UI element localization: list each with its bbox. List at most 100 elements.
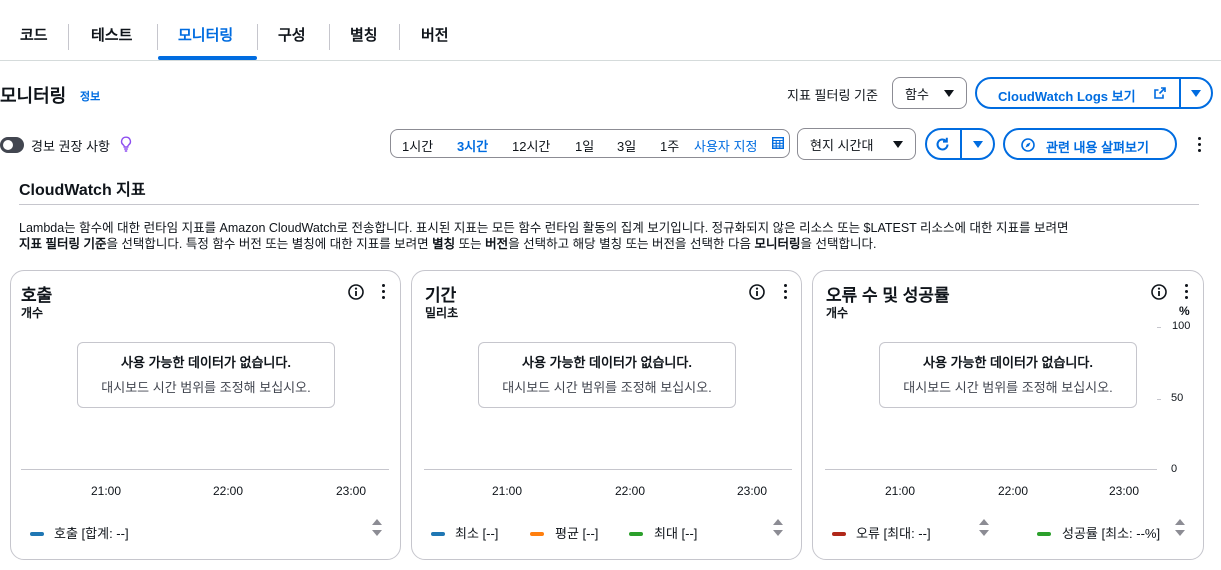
legend-scroll-arrows[interactable] [372,519,382,541]
refresh-icon[interactable] [934,136,951,153]
section-divider [19,204,1199,205]
y-tick-mark [1157,327,1161,328]
tab-aliases[interactable]: 별칭 [350,24,378,54]
legend-swatch [530,532,544,536]
info-icon[interactable] [1151,284,1167,300]
no-data-box: 사용 가능한 데이터가 없습니다. 대시보드 시간 범위를 조정해 보십시오. [879,342,1137,408]
page-title: 모니터링 [0,86,67,106]
x-tick-label: 22:00 [213,484,244,498]
caret-down-icon [944,90,954,97]
calendar-icon[interactable] [772,137,784,149]
arrow-down-icon[interactable] [979,530,989,536]
no-data-title: 사용 가능한 데이터가 없습니다. [923,355,1093,370]
explore-related-label: 관련 내용 살펴보기 [1046,140,1149,155]
legend-swatch [431,532,445,536]
x-axis-line [424,469,792,470]
time-option-12h[interactable]: 12시간 [512,136,550,155]
refresh-interval-caret-icon[interactable] [973,141,983,148]
filter-label: 지표 필터링 기준 [787,88,878,103]
desc-bold-version: 버전 [485,237,509,251]
refresh-button-group [925,128,995,160]
more-options-icon[interactable] [1198,137,1202,155]
legend-item-success-rate[interactable]: 성공률 [최소: --%] [1062,523,1160,542]
info-icon[interactable] [749,284,765,300]
tab-versions[interactable]: 버전 [421,24,449,54]
legend-item-min[interactable]: 최소 [--] [455,523,498,542]
x-tick-label: 21:00 [91,484,122,498]
time-option-1h[interactable]: 1시간 [402,136,433,155]
no-data-subtitle: 대시보드 시간 범위를 조정해 보십시오. [903,380,1113,395]
lightbulb-icon [120,136,132,152]
arrow-down-icon[interactable] [773,530,783,536]
tab-separator [257,24,258,50]
desc-bold-monitoring: 모니터링 [754,237,801,251]
explore-related-button[interactable]: 관련 내용 살펴보기 [1003,128,1177,160]
filter-select-value: 함수 [905,86,929,102]
metric-card-errors: 오류 수 및 성공률 개수 % 100 50 0 사용 가능한 데이터가 없습니… [812,270,1204,560]
cloudwatch-logs-button[interactable]: CloudWatch Logs 보기 [998,86,1136,105]
caret-down-icon [893,141,903,148]
arrow-up-icon[interactable] [979,519,989,525]
tab-separator [399,24,400,50]
section-description: Lambda는 함수에 대한 런타임 지표를 Amazon CloudWatch… [19,221,1069,251]
timezone-select-value: 현지 시간대 [810,137,874,153]
card-menu-icon[interactable] [784,284,788,302]
time-option-1w[interactable]: 1주 [660,136,679,155]
arrow-up-icon[interactable] [372,519,382,525]
x-tick-label: 23:00 [336,484,367,498]
x-axis-line [825,469,1157,470]
arrow-down-icon[interactable] [1175,530,1185,536]
arrow-down-icon[interactable] [372,530,382,536]
tab-monitoring[interactable]: 모니터링 [178,24,233,54]
legend-item-invocations[interactable]: 호출 [합계: --] [54,523,129,542]
alarm-recommendations-toggle[interactable] [0,137,24,153]
legend-item-errors[interactable]: 오류 [최대: --] [856,523,931,542]
desc-bold-alias: 별칭 [432,237,456,251]
tab-configuration[interactable]: 구성 [278,24,306,54]
arrow-up-icon[interactable] [773,519,783,525]
no-data-title: 사용 가능한 데이터가 없습니다. [121,355,291,370]
card-menu-icon[interactable] [1185,284,1189,302]
info-icon[interactable] [348,284,364,300]
no-data-title: 사용 가능한 데이터가 없습니다. [522,355,692,370]
tab-bar: 코드 테스트 모니터링 구성 별칭 버전 [0,0,1221,61]
legend-item-max[interactable]: 최대 [--] [654,523,697,542]
x-axis-line [21,469,389,470]
tab-code[interactable]: 코드 [20,24,48,54]
x-tick-label: 21:00 [492,484,523,498]
tab-test[interactable]: 테스트 [91,24,132,54]
time-option-custom[interactable]: 사용자 지정 [694,136,757,155]
no-data-box: 사용 가능한 데이터가 없습니다. 대시보드 시간 범위를 조정해 보십시오. [77,342,335,408]
time-option-3d[interactable]: 3일 [617,136,636,155]
legend-item-avg[interactable]: 평균 [--] [555,523,598,542]
filter-select[interactable]: 함수 [892,77,967,109]
logs-dropdown-caret-icon[interactable] [1191,90,1201,97]
legend-swatch [832,532,846,536]
legend-swatch [30,532,44,536]
metric-card-duration: 기간 밀리초 사용 가능한 데이터가 없습니다. 대시보드 시간 범위를 조정해… [411,270,802,560]
desc-bold-filter: 지표 필터링 기준 [19,237,107,251]
timezone-select[interactable]: 현지 시간대 [797,128,916,160]
tab-separator [157,24,158,50]
x-tick-label: 23:00 [1109,484,1140,498]
card-unit: 개수 [826,306,849,320]
info-link[interactable]: 정보 [80,88,100,104]
no-data-subtitle: 대시보드 시간 범위를 조정해 보십시오. [502,380,712,395]
time-option-1d[interactable]: 1일 [575,136,594,155]
metric-card-invocations: 호출 개수 사용 가능한 데이터가 없습니다. 대시보드 시간 범위를 조정해 … [10,270,401,560]
legend-swatch [629,532,643,536]
time-option-3h[interactable]: 3시간 [457,136,488,155]
legend-scroll-arrows[interactable] [773,519,783,541]
card-menu-icon[interactable] [382,284,386,302]
legend-scroll-arrows[interactable] [979,519,989,541]
x-tick-label: 22:00 [998,484,1029,498]
card-title: 호출 [21,286,53,305]
tab-separator [329,24,330,50]
active-tab-indicator [158,56,257,60]
y-tick-label: 50 [1171,392,1184,404]
card-unit: 개수 [21,306,44,320]
legend-scroll-arrows[interactable] [1175,519,1185,541]
arrow-up-icon[interactable] [1175,519,1185,525]
section-title: CloudWatch 지표 [19,182,146,199]
external-link-icon [1154,87,1166,99]
